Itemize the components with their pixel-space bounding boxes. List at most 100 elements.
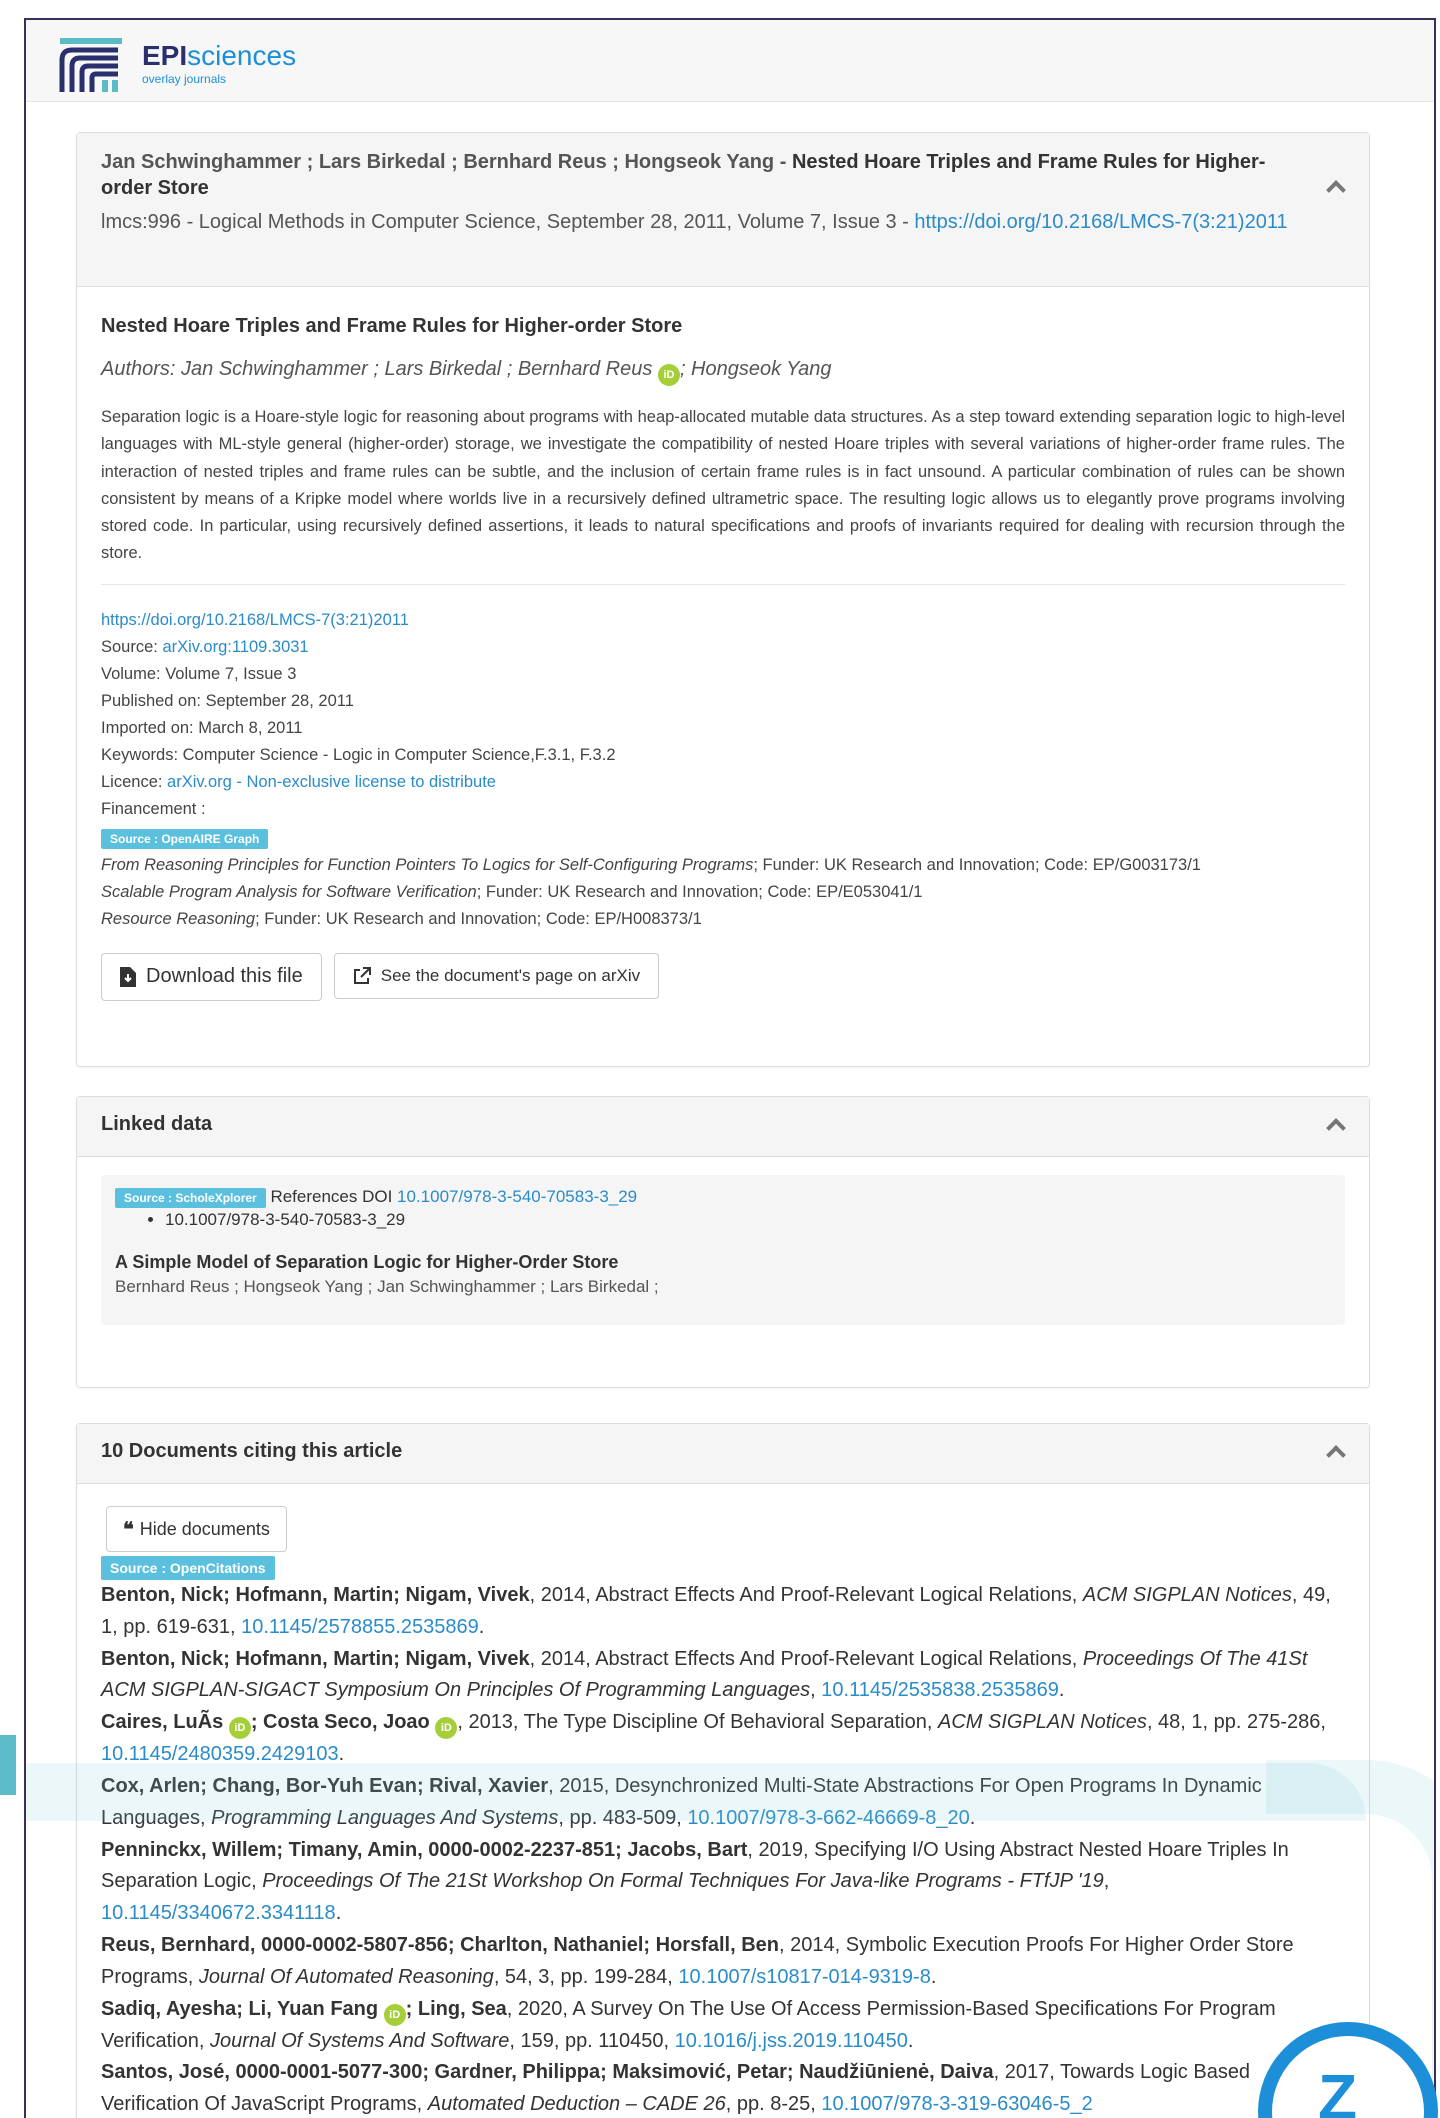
citation-doi-link[interactable]: 10.1007/s10817-014-9319-8 [678, 1966, 930, 1988]
orcid-icon[interactable]: iD [657, 364, 680, 386]
brand-subtitle: overlay journals [142, 71, 227, 86]
citation-title: , 2013, The Type Discipline Of Behaviora… [457, 1711, 938, 1734]
linked-data-item: Source : ScholeXplorer References DOI 10… [101, 1175, 1345, 1325]
page-frame: EPIsciences overlay journals Jan Schwing… [24, 18, 1436, 2118]
citation-journal: Proceedings Of The 21St Workshop On Form… [262, 1870, 1104, 1893]
brand-badge-icon: Z [1318, 2061, 1358, 2118]
citation-end: . [1058, 1679, 1065, 1702]
article-panel: Jan Schwinghammer ; Lars Birkedal ; Bern… [76, 132, 1370, 1067]
citation-doi-link[interactable]: 10.1145/2578855.2535869 [241, 1616, 479, 1638]
article-abstract: Separation logic is a Hoare-style logic … [101, 404, 1345, 585]
article-title: Nested Hoare Triples and Frame Rules for… [101, 315, 683, 337]
hide-documents-button[interactable]: ❝ Hide documents [106, 1506, 287, 1552]
article-authors: Authors: Jan Schwinghammer ; Lars Birked… [101, 358, 1345, 386]
citation-doi-link[interactable]: 10.1007/978-3-319-63046-5_2 [821, 2093, 1092, 2115]
citation-end: . [930, 1965, 937, 1988]
citation-list: Benton, Nick; Hofmann, Martin; Nigam, Vi… [101, 1580, 1345, 2118]
linked-data-header[interactable]: Linked data [77, 1097, 1369, 1157]
citation-authors: Santos, José, 0000-0001-5077-300; Gardne… [101, 2061, 994, 2084]
citation-item: Santos, José, 0000-0001-5077-300; Gardne… [101, 2057, 1345, 2118]
citation-authors: Penninckx, Willem; Timany, Amin, 0000-00… [101, 1838, 748, 1861]
download-button-label: Download this file [146, 965, 303, 988]
citation-ref: , 48, 1, pp. 275-286, [1146, 1711, 1326, 1734]
citation-authors: Reus, Bernhard, 0000-0002-5807-856; Char… [101, 1933, 780, 1956]
citation-doi-link[interactable]: 10.1145/2535838.2535869 [821, 1679, 1059, 1701]
citation-authors: Benton, Nick; Hofmann, Martin; Nigam, Vi… [101, 1647, 530, 1670]
episciences-logo[interactable]: EPIsciences overlay journals [58, 30, 296, 96]
linked-title: A Simple Model of Separation Logic for H… [115, 1252, 619, 1272]
citation-journal: Automated Deduction – CADE 26 [427, 2093, 726, 2116]
linked-authors: Bernhard Reus ; Hongseok Yang ; Jan Schw… [115, 1277, 659, 1296]
citation-doi-link[interactable]: 10.1145/3340672.3341118 [101, 1902, 336, 1924]
linked-data-panel: Linked data Source : ScholeXplorer Refer… [76, 1096, 1370, 1388]
source-link[interactable]: arXiv.org:1109.3031 [162, 638, 308, 656]
citation-authors: Sadiq, Ayesha; Li, Yuan Fang [101, 1997, 379, 2020]
citation-end: . [335, 1902, 342, 1925]
hide-documents-label: Hide documents [139, 1518, 270, 1539]
funding-title: From Reasoning Principles for Function P… [101, 855, 754, 874]
arxiv-button-label: See the document's page on arXiv [380, 965, 641, 985]
decorative-bar [0, 1735, 16, 1795]
funding-item: Scalable Program Analysis for Software V… [101, 879, 1345, 906]
header-journal: lmcs:996 - Logical Methods in Computer S… [101, 211, 915, 233]
citation-ref: , pp. 8-25, [725, 2093, 822, 2116]
citation-title: , 2014, Abstract Effects And Proof-Relev… [529, 1647, 1083, 1670]
citation-journal: ACM SIGPLAN Notices [937, 1711, 1147, 1734]
header-sep: - [774, 151, 792, 173]
download-file-button[interactable]: Download this file [101, 952, 322, 1001]
authors-text: Authors: Jan Schwinghammer ; Lars Birked… [101, 358, 653, 380]
citation-ref: , [810, 1679, 822, 1702]
citation-end: . [478, 1615, 485, 1638]
volume-info: Volume: Volume 7, Issue 3 [101, 664, 297, 683]
orcid-icon[interactable]: iD [435, 1717, 458, 1740]
arxiv-page-button[interactable]: See the document's page on arXiv [333, 952, 660, 999]
authors-suffix: ; Hongseok Yang [679, 358, 832, 380]
citation-doi-link[interactable]: 10.1145/2480359.2429103 [101, 1743, 339, 1765]
citation-end: . [907, 2029, 914, 2052]
reference-doi-link[interactable]: 10.1007/978-3-540-70583-3_29 [397, 1187, 637, 1206]
funding-details: ; Funder: UK Research and Innovation; Co… [476, 882, 923, 901]
article-doi-link[interactable]: https://doi.org/10.2168/LMCS-7(3:21)2011 [101, 611, 409, 629]
published-date: Published on: September 28, 2011 [101, 691, 354, 710]
funding-title: Resource Reasoning [101, 909, 256, 928]
citation-item: Caires, LuÃs iD; Costa Seco, Joao iD, 20… [101, 1707, 1345, 1771]
references-label: References DOI [270, 1187, 398, 1206]
citation-item: Benton, Nick; Hofmann, Martin; Nigam, Vi… [101, 1644, 1345, 1708]
reference-bullet: 10.1007/978-3-540-70583-3_29 [165, 1210, 1331, 1230]
article-panel-header[interactable]: Jan Schwinghammer ; Lars Birkedal ; Bern… [77, 133, 1369, 287]
scholexplorer-source-badge: Source : ScholeXplorer [115, 1188, 266, 1208]
header-doi-link[interactable]: https://doi.org/10.2168/LMCS-7(3:21)2011 [914, 211, 1287, 233]
orcid-icon[interactable]: iD [383, 2003, 406, 2026]
source-label: Source: [101, 637, 163, 656]
citation-authors: ; Ling, Sea [405, 1997, 507, 2020]
licence-link[interactable]: arXiv.org - Non-exclusive license to dis… [167, 773, 496, 791]
decorative-band [26, 1763, 1366, 1821]
orcid-icon[interactable]: iD [228, 1717, 251, 1740]
funding-details: ; Funder: UK Research and Innovation; Co… [753, 855, 1201, 874]
external-link-icon [353, 966, 371, 984]
header-authors: Jan Schwinghammer ; Lars Birkedal ; Bern… [101, 151, 775, 173]
quote-icon: ❝ [123, 1518, 134, 1541]
collapse-chevron-icon[interactable] [1326, 1118, 1346, 1138]
openaire-source-badge: Source : OpenAIRE Graph [101, 828, 269, 849]
citing-documents-header[interactable]: 10 Documents citing this article [77, 1424, 1369, 1484]
opencitations-source-badge: Source : OpenCitations [101, 1556, 275, 1580]
article-metadata: https://doi.org/10.2168/LMCS-7(3:21)2011… [101, 607, 1345, 933]
citation-authors: Caires, LuÃs [101, 1711, 224, 1734]
brand-epi: EPI [142, 39, 188, 71]
funding-details: ; Funder: UK Research and Innovation; Co… [255, 909, 702, 928]
citation-authors: ; Costa Seco, Joao [250, 1711, 430, 1734]
keywords: Keywords: Computer Science - Logic in Co… [101, 745, 616, 764]
imported-date: Imported on: March 8, 2011 [101, 718, 303, 737]
linked-data-heading: Linked data [101, 1113, 213, 1135]
citing-heading: 10 Documents citing this article [101, 1440, 403, 1462]
episciences-logo-icon [58, 30, 124, 96]
citation-doi-link[interactable]: 10.1016/j.jss.2019.110450 [675, 2030, 908, 2052]
citation-ref: , 159, pp. 110450, [509, 2029, 675, 2052]
citation-item: Sadiq, Ayesha; Li, Yuan Fang iD; Ling, S… [101, 1994, 1345, 2058]
financement-label: Financement : [101, 799, 206, 818]
citation-item: Penninckx, Willem; Timany, Amin, 0000-00… [101, 1835, 1345, 1930]
collapse-chevron-icon[interactable] [1326, 1445, 1346, 1465]
top-bar: EPIsciences overlay journals [26, 20, 1434, 102]
citation-item: Reus, Bernhard, 0000-0002-5807-856; Char… [101, 1930, 1345, 1994]
